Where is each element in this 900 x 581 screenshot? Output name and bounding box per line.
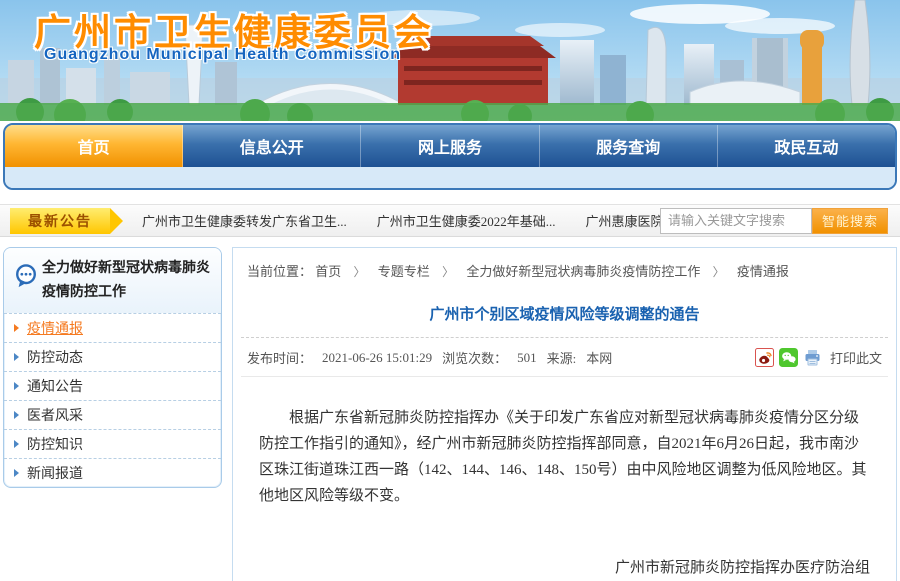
nav-tab-home[interactable]: 首页: [5, 125, 183, 167]
announcement-link[interactable]: 广州市卫生健康委2022年基础...: [377, 211, 556, 230]
main-nav: 首页 信息公开 网上服务 服务查询 政民互动: [3, 123, 897, 190]
site-subtitle-en: Guangzhou Municipal Health Commission: [44, 46, 401, 64]
arrow-right-icon: [14, 440, 19, 448]
wechat-icon[interactable]: [779, 348, 798, 367]
sidebar-item-label: 通知公告: [27, 376, 83, 396]
views-value: 501: [517, 350, 537, 366]
sidebar-title: 全力做好新型冠状病毒肺炎疫情防控工作: [42, 257, 215, 305]
main-area: 全力做好新型冠状病毒肺炎疫情防控工作 疫情通报 防控动态 通知公告 医者风采 防…: [3, 247, 897, 581]
arrow-right-icon: [14, 469, 19, 477]
sidebar-item-label: 防控知识: [27, 434, 83, 454]
nav-tab-public-interaction[interactable]: 政民互动: [718, 125, 895, 167]
sidebar-item-prevention-knowledge[interactable]: 防控知识: [4, 429, 221, 458]
sidebar-item-control-updates[interactable]: 防控动态: [4, 342, 221, 371]
nav-tab-online-services[interactable]: 网上服务: [361, 125, 539, 167]
site-search: 智能搜索: [660, 208, 888, 234]
source-label: 来源:: [547, 348, 577, 367]
arrow-right-icon: [14, 324, 19, 332]
sidebar-item-notices[interactable]: 通知公告: [4, 371, 221, 400]
publish-time-label: 发布时间：: [247, 348, 312, 367]
nav-tab-label: 网上服务: [418, 134, 482, 158]
print-article-link[interactable]: 打印此文: [830, 348, 882, 367]
breadcrumb-separator: 〉: [713, 265, 725, 279]
signature-org: 广州市新冠肺炎防控指挥办医疗防治组: [233, 553, 870, 581]
latest-announcement-badge: 最新公告: [10, 208, 110, 234]
announcement-links: 广州市卫生健康委转发广东省卫生... 广州市卫生健康委2022年基础... 广州…: [142, 211, 660, 230]
views-label: 浏览次数：: [442, 348, 507, 367]
nav-tab-service-query[interactable]: 服务查询: [540, 125, 718, 167]
breadcrumb-home[interactable]: 首页: [315, 264, 341, 279]
sidebar-item-label: 医者风采: [27, 405, 83, 425]
publish-time-value: 2021-06-26 15:01:29: [322, 350, 432, 366]
nav-tab-info-disclosure[interactable]: 信息公开: [183, 125, 361, 167]
site-banner: 广州市卫生健康委员会 Guangzhou Municipal Health Co…: [0, 0, 900, 121]
weibo-icon[interactable]: [755, 348, 774, 367]
breadcrumb: 当前位置： 首页 〉 专题专栏 〉 全力做好新型冠状病毒肺炎疫情防控工作 〉 疫…: [233, 248, 896, 294]
breadcrumb-separator: 〉: [442, 265, 454, 279]
sidebar-item-doctor-profiles[interactable]: 医者风采: [4, 400, 221, 429]
announcement-bar: 最新公告 广州市卫生健康委转发广东省卫生... 广州市卫生健康委2022年基础.…: [0, 204, 900, 237]
breadcrumb-covid-section[interactable]: 全力做好新型冠状病毒肺炎疫情防控工作: [466, 264, 700, 279]
nav-tab-label: 服务查询: [596, 134, 660, 158]
arrow-right-icon: [14, 353, 19, 361]
breadcrumb-separator: 〉: [354, 265, 366, 279]
article-body: 根据广东省新冠肺炎防控指挥办《关于印发广东省应对新型冠状病毒肺炎疫情分区分级防控…: [233, 377, 896, 509]
arrow-right-icon: [14, 382, 19, 390]
nav-tab-label: 信息公开: [240, 134, 304, 158]
sidebar-item-epidemic-report[interactable]: 疫情通报: [4, 313, 221, 342]
sidebar-item-label: 疫情通报: [27, 318, 83, 338]
sidebar-item-label: 防控动态: [27, 347, 83, 367]
smart-search-button[interactable]: 智能搜索: [812, 208, 888, 234]
sidebar-item-news-reports[interactable]: 新闻报道: [4, 458, 221, 487]
nav-tab-label: 首页: [78, 134, 110, 158]
article-paragraph: 根据广东省新冠肺炎防控指挥办《关于印发广东省应对新型冠状病毒肺炎疫情分区分级防控…: [259, 405, 870, 509]
article-signature: 广州市新冠肺炎防控指挥办医疗防治组 2021年6月26日: [233, 553, 896, 581]
sidebar: 全力做好新型冠状病毒肺炎疫情防控工作 疫情通报 防控动态 通知公告 医者风采 防…: [3, 247, 222, 488]
nav-tab-label: 政民互动: [774, 134, 838, 158]
sidebar-header: 全力做好新型冠状病毒肺炎疫情防控工作: [4, 248, 221, 313]
nav-sub-bar: [5, 167, 895, 188]
speech-bubble-icon: [14, 264, 38, 290]
search-input[interactable]: [660, 208, 812, 234]
content-panel: 当前位置： 首页 〉 专题专栏 〉 全力做好新型冠状病毒肺炎疫情防控工作 〉 疫…: [232, 247, 897, 581]
arrow-right-icon: [14, 411, 19, 419]
breadcrumb-epidemic-report[interactable]: 疫情通报: [737, 264, 789, 279]
announcement-link[interactable]: 广州惠康医院有限公司拟申请设置...: [586, 211, 660, 230]
announcement-link[interactable]: 广州市卫生健康委转发广东省卫生...: [142, 211, 347, 230]
breadcrumb-special-topics[interactable]: 专题专栏: [378, 264, 430, 279]
sidebar-item-label: 新闻报道: [27, 463, 83, 483]
article-meta: 发布时间： 2021-06-26 15:01:29 浏览次数： 501 来源: …: [241, 338, 888, 377]
breadcrumb-prefix: 当前位置：: [247, 264, 312, 279]
printer-icon[interactable]: [803, 348, 822, 367]
article-title: 广州市个别区域疫情风险等级调整的通告: [241, 294, 888, 338]
source-value: 本网: [586, 348, 612, 367]
